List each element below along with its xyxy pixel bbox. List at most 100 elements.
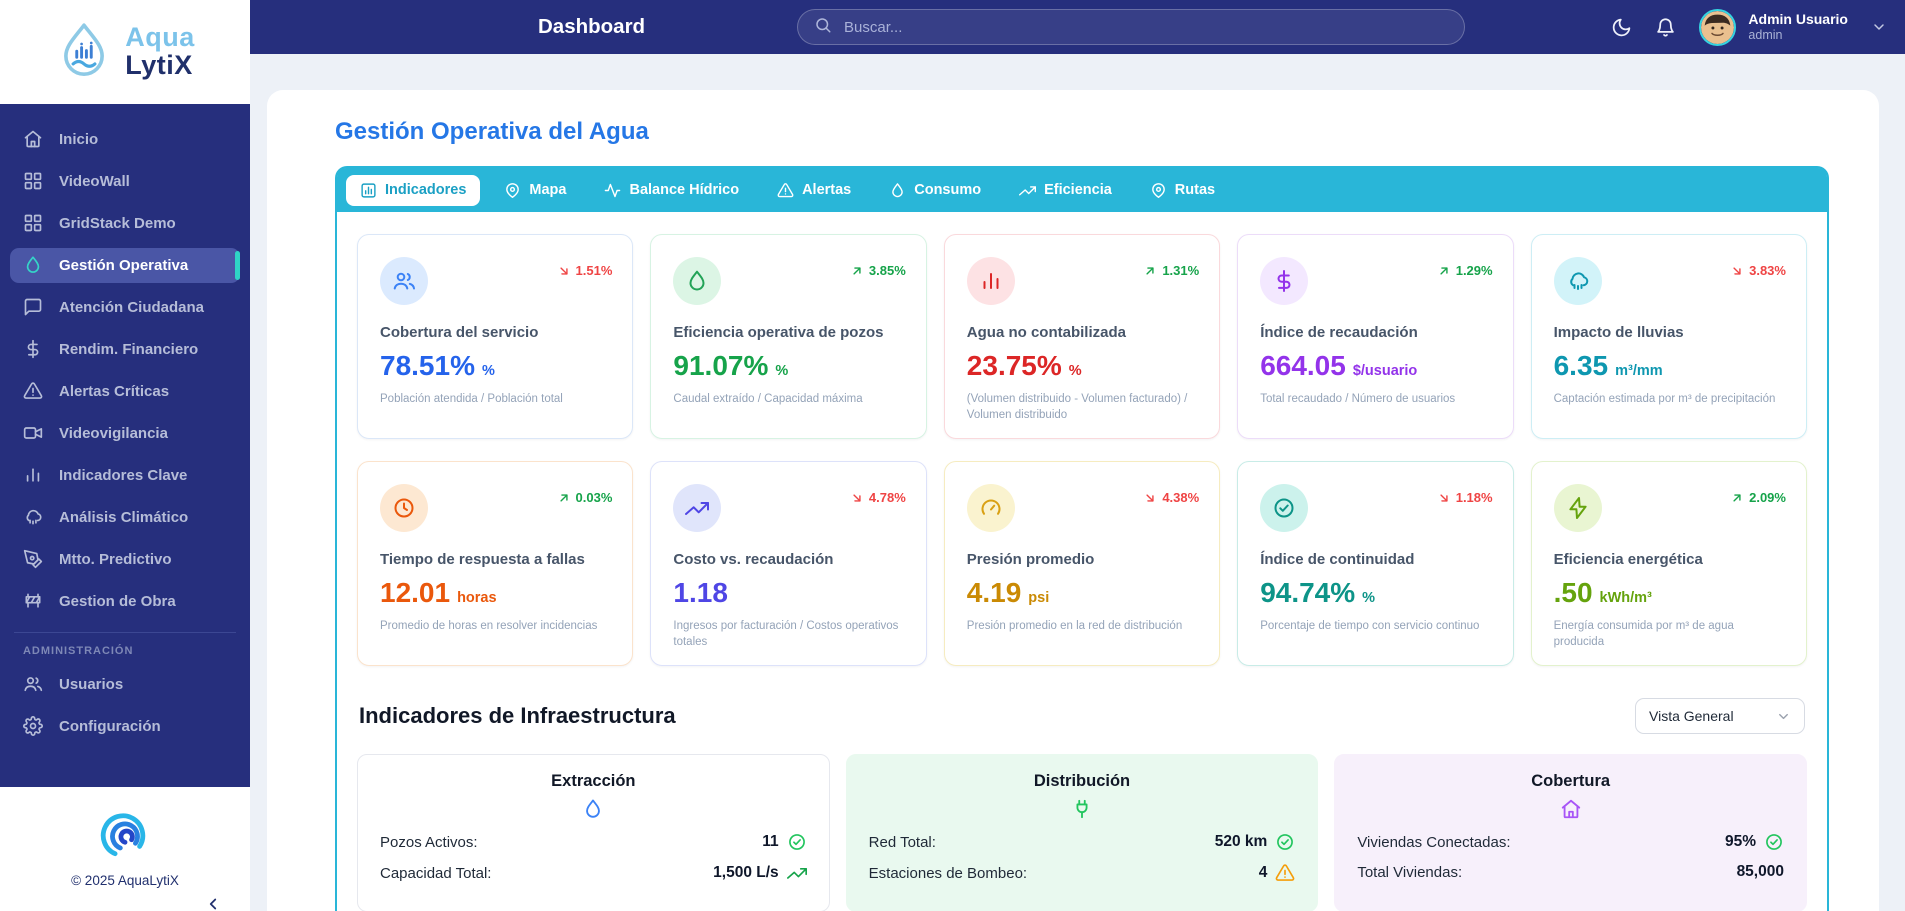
kpi-title: Eficiencia operativa de pozos: [673, 324, 903, 341]
sidebar-item-indicadores-clave[interactable]: Indicadores Clave: [10, 458, 240, 493]
kpi-value-number: 23.75%: [967, 350, 1062, 382]
sidebar-item-videovigilancia[interactable]: Videovigilancia: [10, 416, 240, 451]
kpi-card-cobertura-del-servicio: 1.51%Cobertura del servicio78.51%%Poblac…: [357, 234, 633, 439]
kpi-title: Impacto de lluvias: [1554, 324, 1784, 341]
grid-icon: [23, 213, 43, 233]
kpi-title: Tiempo de respuesta a fallas: [380, 551, 610, 568]
tab-rutas[interactable]: Rutas: [1136, 175, 1229, 206]
user-menu[interactable]: Admin Usuario admin: [1748, 11, 1848, 43]
kpi-value: 23.75%%: [967, 350, 1197, 382]
kpi-description: Caudal extraído / Capacidad máxima: [673, 391, 903, 407]
sidebar-item-mtto-predictivo[interactable]: Mtto. Predictivo: [10, 542, 240, 577]
water-drop-logo-icon: [55, 21, 113, 84]
user-avatar[interactable]: [1699, 9, 1736, 46]
main-area: Gestión Operativa del Agua IndicadoresMa…: [250, 54, 1905, 911]
sidebar-item-label: GridStack Demo: [59, 215, 176, 232]
sidebar-item-alertas-criticas[interactable]: Alertas Críticas: [10, 374, 240, 409]
infra-row-value: 4: [1259, 864, 1268, 882]
kpi-value-number: 78.51%: [380, 350, 475, 382]
infra-card-cobertura: CoberturaViviendas Conectadas:95%Total V…: [1334, 754, 1807, 911]
tab-consumo[interactable]: Consumo: [875, 175, 995, 206]
dark-mode-toggle-moon-icon[interactable]: [1611, 17, 1632, 38]
gauge-icon: [967, 484, 1015, 532]
infra-row-value: 95%: [1725, 833, 1756, 851]
view-selector-dropdown[interactable]: Vista General: [1635, 698, 1805, 734]
infra-row-label: Pozos Activos:: [380, 834, 478, 851]
kpi-trend-value: 2.09%: [1749, 490, 1786, 505]
kpi-description: Captación estimada por m³ de precipitaci…: [1554, 391, 1784, 407]
kpi-trend: 3.83%: [1730, 263, 1786, 278]
sidebar-footer: © 2025 AquaLytiX: [0, 787, 250, 911]
kpi-value-number: 4.19: [967, 577, 1022, 609]
kpi-title: Eficiencia energética: [1554, 551, 1784, 568]
sidebar-item-videowall[interactable]: VideoWall: [10, 164, 240, 199]
sidebar-item-configuracion[interactable]: Configuración: [10, 709, 240, 744]
sidebar-collapse-button[interactable]: [204, 895, 222, 911]
trending-up-icon: [673, 484, 721, 532]
home-icon: [23, 129, 43, 149]
kpi-trend-value: 4.38%: [1162, 490, 1199, 505]
kpi-trend-value: 4.78%: [869, 490, 906, 505]
kpi-trend-value: 3.85%: [869, 263, 906, 278]
tab-eficiencia[interactable]: Eficiencia: [1005, 175, 1126, 206]
user-role: admin: [1748, 28, 1848, 43]
sidebar-item-usuarios[interactable]: Usuarios: [10, 667, 240, 702]
settings-icon: [23, 716, 43, 736]
user-menu-chevron-down-icon[interactable]: [1871, 19, 1887, 35]
tab-indicadores[interactable]: Indicadores: [346, 175, 480, 206]
sidebar-item-gridstack-demo[interactable]: GridStack Demo: [10, 206, 240, 241]
kpi-card-impacto-de-lluvias: 3.83%Impacto de lluvias6.35m³/mmCaptació…: [1531, 234, 1807, 439]
kpi-trend-value: 1.51%: [576, 263, 613, 278]
kpi-value-unit: %: [1069, 363, 1082, 379]
sidebar-item-label: Análisis Climático: [59, 509, 188, 526]
search-input[interactable]: [842, 18, 1448, 37]
tab-alertas[interactable]: Alertas: [763, 175, 865, 206]
sidebar-item-atencion-ciudadana[interactable]: Atención Ciudadana: [10, 290, 240, 325]
notifications-bell-icon[interactable]: [1655, 17, 1676, 38]
arrow-down-right-icon: [850, 491, 864, 505]
infra-row-red-total: Red Total:520 km: [869, 832, 1296, 852]
infra-row-label: Total Viviendas:: [1357, 864, 1462, 881]
kpi-value-number: 91.07%: [673, 350, 768, 382]
kpi-trend: 1.31%: [1143, 263, 1199, 278]
kpi-value-unit: %: [482, 363, 495, 379]
trending-up-icon: [1019, 182, 1036, 199]
sidebar-item-inicio[interactable]: Inicio: [10, 122, 240, 157]
users-icon: [23, 674, 43, 694]
sidebar-item-gestion-de-obra[interactable]: Gestion de Obra: [10, 584, 240, 619]
kpi-trend-value: 3.83%: [1749, 263, 1786, 278]
arrow-down-right-icon: [1437, 491, 1451, 505]
search-box[interactable]: [797, 9, 1465, 45]
sidebar-item-rendim-financiero[interactable]: Rendim. Financiero: [10, 332, 240, 367]
arrow-down-right-icon: [1730, 264, 1744, 278]
sidebar-item-label: Rendim. Financiero: [59, 341, 198, 358]
kpi-card-indice-de-recaudacion: 1.29%Índice de recaudación664.05$/usuari…: [1237, 234, 1513, 439]
droplet-icon: [889, 182, 906, 199]
kpi-value-unit: m³/mm: [1615, 363, 1663, 379]
sidebar-item-label: VideoWall: [59, 173, 130, 190]
tab-balance-hidrico[interactable]: Balance Hídrico: [590, 175, 753, 206]
infrastructure-heading: Indicadores de Infraestructura: [359, 703, 676, 729]
infra-row-value: 520 km: [1215, 833, 1268, 851]
kpi-title: Cobertura del servicio: [380, 324, 610, 341]
sidebar-item-gestion-operativa[interactable]: Gestión Operativa: [10, 248, 240, 283]
sidebar-divider: [14, 632, 236, 633]
sidebar-item-label: Gestion de Obra: [59, 593, 176, 610]
infra-row-label: Estaciones de Bombeo:: [869, 865, 1027, 882]
infra-card-extraccion: ExtracciónPozos Activos:11Capacidad Tota…: [357, 754, 830, 911]
user-name: Admin Usuario: [1748, 11, 1848, 28]
kpi-title: Índice de continuidad: [1260, 551, 1490, 568]
arrow-up-right-icon: [1143, 264, 1157, 278]
check-circle-icon: [1260, 484, 1308, 532]
home-icon: [1357, 798, 1784, 820]
tab-mapa[interactable]: Mapa: [490, 175, 580, 206]
sidebar-item-label: Gestión Operativa: [59, 257, 188, 274]
dollar-icon: [1260, 257, 1308, 305]
trending-up-icon: [787, 863, 807, 883]
sidebar-item-analisis-climatico[interactable]: Análisis Climático: [10, 500, 240, 535]
map-pin-icon: [1150, 182, 1167, 199]
check-circle-icon: [787, 832, 807, 852]
infra-card-distribucion: DistribuciónRed Total:520 kmEstaciones d…: [846, 754, 1319, 911]
check-circle-icon: [1764, 832, 1784, 852]
bar-chart-frame-icon: [360, 182, 377, 199]
